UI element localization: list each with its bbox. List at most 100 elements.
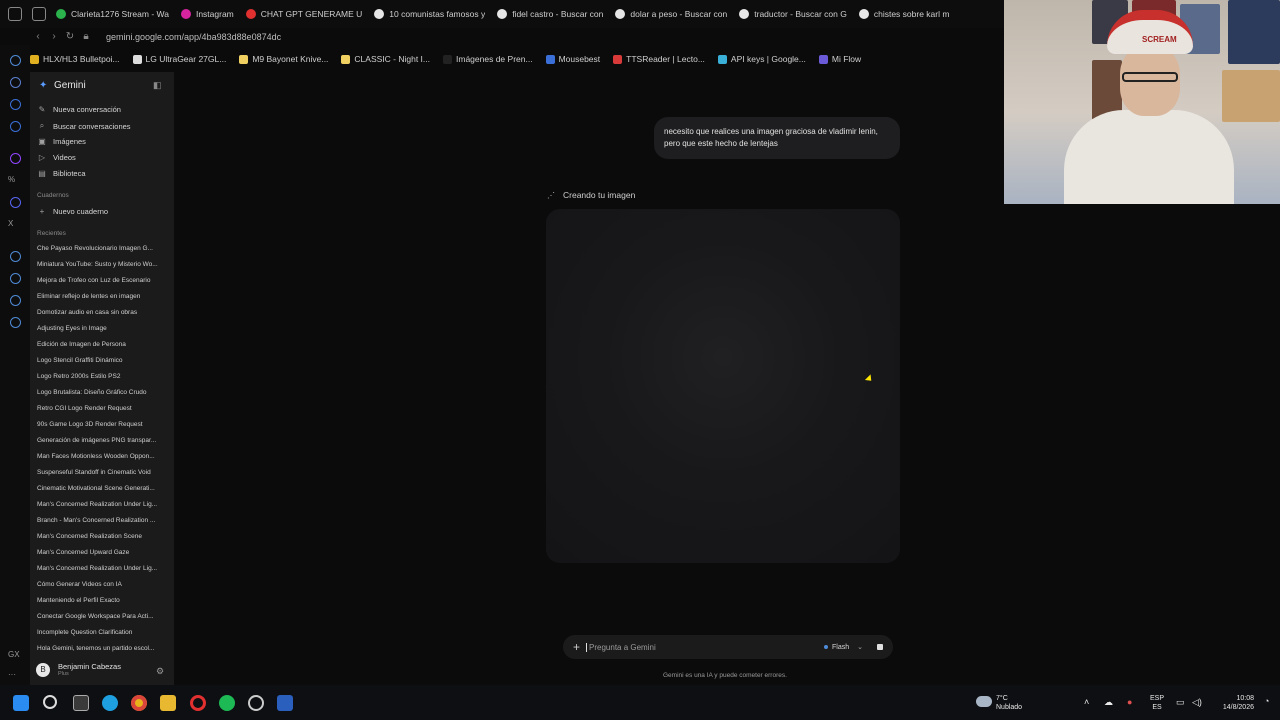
sidebar-nav-item[interactable]: ▣ Imágenes: [38, 137, 168, 146]
recent-conversation-item[interactable]: Retro CGI Logo Render Request: [37, 405, 161, 412]
rail-cube-icon[interactable]: [10, 295, 21, 306]
recent-conversation-item[interactable]: Branch - Man's Concerned Realization ...: [37, 517, 161, 524]
weather-widget[interactable]: 7°C Nublado: [996, 694, 1022, 712]
tab-menu-icon[interactable]: [32, 7, 46, 21]
opera-gx-icon[interactable]: [190, 695, 206, 711]
recent-conversation-item[interactable]: Che Payaso Revolucionario Imagen G...: [37, 245, 161, 252]
recent-conversation-item[interactable]: Cinematic Motivational Scene Generati...: [37, 485, 161, 492]
recent-conversation-item[interactable]: Miniatura YouTube: Susto y Misterio Wo..…: [37, 261, 161, 268]
rail-messenger-icon[interactable]: [10, 77, 21, 88]
bookmark-item[interactable]: M9 Bayonet Knive...: [239, 54, 328, 64]
microphone-icon[interactable]: ●: [1127, 698, 1132, 707]
bookmark-item[interactable]: API keys | Google...: [717, 54, 806, 64]
rail-x-icon[interactable]: X: [8, 219, 13, 228]
edge-icon[interactable]: [102, 695, 118, 711]
spotify-icon[interactable]: [219, 695, 235, 711]
recent-conversation-item[interactable]: Generación de imágenes PNG transpar...: [37, 437, 161, 444]
start-windows-icon[interactable]: [13, 695, 29, 711]
recent-conversation-item[interactable]: Conectar Google Workspace Para Acti...: [37, 613, 161, 620]
bookmark-favicon-icon: [818, 54, 828, 64]
browser-tab[interactable]: chistes sobre karl m: [858, 0, 949, 28]
reload-icon[interactable]: ↻: [62, 31, 78, 42]
tab-favicon-icon: [56, 9, 66, 19]
recent-conversation-item[interactable]: Hola Gemini, tenemos un partido escol...: [37, 645, 161, 652]
sidebar-nav-item[interactable]: ▷ Videos: [38, 153, 168, 162]
file-explorer-icon[interactable]: [160, 695, 176, 711]
add-attachment-icon[interactable]: +: [573, 640, 580, 654]
word-icon[interactable]: [277, 695, 293, 711]
onedrive-icon[interactable]: ☁: [1104, 698, 1113, 707]
network-icon[interactable]: ▭: [1176, 698, 1185, 707]
clock[interactable]: 10:08 14/8/2026: [1214, 694, 1254, 712]
forward-arrow-icon[interactable]: ›: [46, 31, 62, 42]
rail-gx-icon[interactable]: GX: [8, 650, 20, 659]
notification-bell-icon[interactable]: ◔: [1264, 697, 1269, 706]
search-icon[interactable]: [43, 695, 57, 709]
sidebar-nav-item[interactable]: ⌕ Buscar conversaciones: [38, 121, 168, 131]
bookmark-item[interactable]: TTSReader | Lecto...: [613, 54, 705, 64]
sidebar-nav-item[interactable]: ▤ Biblioteca: [38, 169, 168, 178]
bookmark-item[interactable]: LG UltraGear 27GL...: [132, 54, 226, 64]
browser-tab[interactable]: 10 comunistas famosos y: [374, 0, 485, 28]
rail-more-icon[interactable]: ···: [8, 670, 16, 679]
chrome-icon[interactable]: [131, 695, 147, 711]
task-view-icon[interactable]: [73, 695, 89, 711]
browser-tab[interactable]: dolar a peso - Buscar con: [615, 0, 727, 28]
bookmark-item[interactable]: HLX/HL3 Bulletpoi...: [30, 54, 120, 64]
recent-conversation-item[interactable]: Manteniendo el Perfil Exacto: [37, 597, 161, 604]
recent-conversation-item[interactable]: Suspenseful Standoff in Cinematic Void: [37, 469, 161, 476]
volume-icon[interactable]: ◁): [1192, 698, 1202, 707]
browser-tab[interactable]: fidel castro - Buscar con: [497, 0, 603, 28]
rail-history-icon[interactable]: [10, 273, 21, 284]
rail-mail-icon[interactable]: [10, 99, 21, 110]
recent-conversation-item[interactable]: Man's Concerned Realization Scene: [37, 533, 161, 540]
language-indicator[interactable]: ESP ES: [1150, 694, 1164, 712]
browser-tab-bar: Clarieta1276 Stream - Wa Instagram CHAT GP…: [0, 0, 1004, 28]
rail-settings-icon[interactable]: [10, 317, 21, 328]
recent-conversation-item[interactable]: Eliminar reflejo de lentes en imagen: [37, 293, 161, 300]
recent-conversation-item[interactable]: Man's Concerned Realization Under Lig...: [37, 501, 161, 508]
user-profile[interactable]: B Benjamin Cabezas Plus: [36, 662, 121, 677]
recent-conversation-item[interactable]: Domotizar audio en casa sin obras: [37, 309, 161, 316]
recent-conversation-item[interactable]: Logo Brutalista: Diseño Gráfico Crudo: [37, 389, 161, 396]
recent-conversation-item[interactable]: Cómo Generar Videos con IA: [37, 581, 161, 588]
rail-twitch-icon[interactable]: [10, 153, 21, 164]
bookmark-item[interactable]: Mousebest: [545, 54, 600, 64]
gemini-title[interactable]: ✦ Gemini: [39, 80, 86, 91]
rail-discord-icon[interactable]: [10, 197, 21, 208]
browser-tab[interactable]: Instagram: [180, 0, 234, 28]
rail-ai-icon[interactable]: [10, 55, 21, 66]
rail-m-icon[interactable]: [10, 121, 21, 132]
notebooks-label: Cuadernos: [37, 192, 69, 199]
rail-circle-icon[interactable]: [10, 251, 21, 262]
prompt-input[interactable]: [586, 642, 824, 652]
recent-conversation-item[interactable]: Logo Retro 2000s Estilo PS2: [37, 373, 161, 380]
steam-icon[interactable]: [248, 695, 264, 711]
sidebar-nav-item[interactable]: ✎ Nueva conversación: [38, 105, 168, 114]
stop-generation-icon[interactable]: [877, 644, 883, 650]
recent-conversation-item[interactable]: Man's Concerned Realization Under Lig...: [37, 565, 161, 572]
recent-conversation-item[interactable]: Edición de Imagen de Persona: [37, 341, 161, 348]
recent-conversation-item[interactable]: Adjusting Eyes in Image: [37, 325, 161, 332]
browser-tab[interactable]: CHAT GPT GENERAME U: [245, 0, 362, 28]
back-arrow-icon[interactable]: ‹: [30, 31, 46, 42]
browser-logo-icon[interactable]: [8, 7, 22, 21]
bookmark-item[interactable]: Imágenes de Pren...: [443, 54, 533, 64]
tray-expand-icon[interactable]: ˄: [1084, 698, 1089, 707]
browser-tab[interactable]: Clarieta1276 Stream - Wa: [56, 0, 169, 28]
model-selector[interactable]: Flash ⌄: [824, 643, 863, 651]
recent-conversation-item[interactable]: Mejora de Trofeo con Luz de Escenario: [37, 277, 161, 284]
browser-tab[interactable]: traductor - Buscar con G: [739, 0, 847, 28]
recent-conversation-item[interactable]: Incomplete Question Clarification: [37, 629, 161, 636]
recent-conversation-item[interactable]: Man Faces Motionless Wooden Oppon...: [37, 453, 161, 460]
recent-conversation-item[interactable]: Man's Concerned Upward Gaze: [37, 549, 161, 556]
rail-percent-icon[interactable]: %: [8, 175, 15, 184]
url-text[interactable]: gemini.google.com/app/4ba983d88e0874dc: [106, 32, 281, 42]
settings-gear-icon[interactable]: ⚙: [156, 666, 164, 677]
bookmark-item[interactable]: CLASSIC - Night I...: [341, 54, 430, 64]
recent-conversation-item[interactable]: 90s Game Logo 3D Render Request: [37, 421, 161, 428]
bookmark-item[interactable]: Mi Flow: [818, 54, 861, 64]
new-notebook-button[interactable]: + Nuevo cuaderno: [38, 207, 168, 216]
recent-conversation-item[interactable]: Logo Stencil Graffiti Dinámico: [37, 357, 161, 364]
collapse-sidebar-icon[interactable]: ◧: [153, 80, 162, 91]
